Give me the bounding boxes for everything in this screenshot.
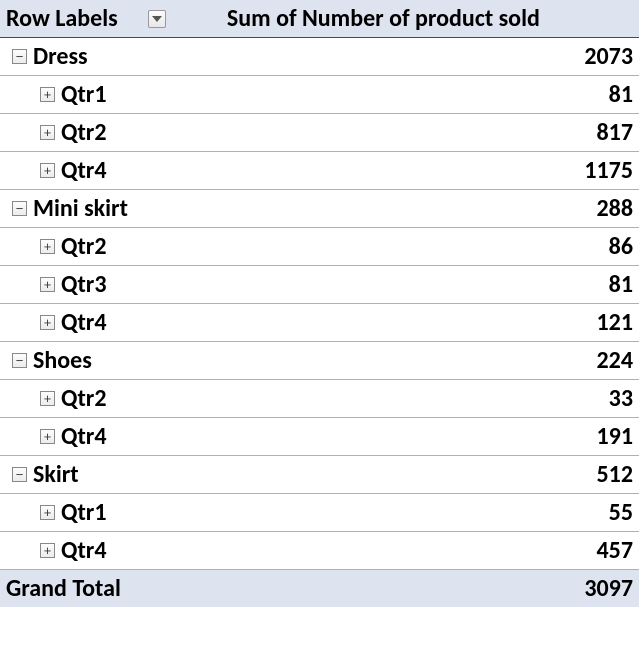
detail-value: 121 <box>221 304 639 342</box>
detail-label-cell: + Qtr4 <box>6 422 215 451</box>
collapse-icon[interactable]: − <box>12 467 27 482</box>
group-row: −Shoes224 <box>0 342 639 380</box>
expand-icon[interactable]: + <box>40 277 55 292</box>
pivot-table: Row Labels Sum of Number of product sold… <box>0 0 639 607</box>
group-row: −Mini skirt288 <box>0 190 639 228</box>
group-label-cell: −Dress <box>6 42 215 71</box>
detail-row: + Qtr4 191 <box>0 418 639 456</box>
group-row: −Dress2073 <box>0 38 639 76</box>
detail-label-cell: + Qtr2 <box>6 232 215 261</box>
group-label: Dress <box>33 42 88 71</box>
detail-row: + Qtr1 55 <box>0 494 639 532</box>
detail-value: 457 <box>221 532 639 570</box>
pivot-header-row: Row Labels Sum of Number of product sold <box>0 0 639 38</box>
detail-label-cell: + Qtr2 <box>6 384 215 413</box>
group-total: 2073 <box>221 38 639 76</box>
row-labels-text: Row Labels <box>6 4 118 33</box>
detail-label-cell: + Qtr1 <box>6 80 215 109</box>
expand-icon[interactable]: + <box>40 543 55 558</box>
expand-icon[interactable]: + <box>40 505 55 520</box>
detail-value: 1175 <box>221 152 639 190</box>
collapse-icon[interactable]: − <box>12 201 27 216</box>
detail-value: 191 <box>221 418 639 456</box>
detail-label-cell: + Qtr4 <box>6 536 215 565</box>
detail-value: 33 <box>221 380 639 418</box>
detail-label: Qtr2 <box>61 232 106 261</box>
detail-label: Qtr4 <box>61 536 106 565</box>
detail-label: Qtr4 <box>61 308 106 337</box>
collapse-icon[interactable]: − <box>12 353 27 368</box>
detail-row: + Qtr4 457 <box>0 532 639 570</box>
group-total: 288 <box>221 190 639 228</box>
expand-icon[interactable]: + <box>40 125 55 140</box>
detail-label-cell: + Qtr1 <box>6 498 215 527</box>
group-label-cell: −Skirt <box>6 460 215 489</box>
group-row: −Skirt512 <box>0 456 639 494</box>
detail-label: Qtr3 <box>61 270 106 299</box>
group-label: Mini skirt <box>33 194 128 223</box>
group-label: Shoes <box>33 346 92 375</box>
detail-row: + Qtr4 121 <box>0 304 639 342</box>
value-header: Sum of Number of product sold <box>221 0 639 38</box>
detail-label-cell: + Qtr4 <box>6 156 215 185</box>
expand-icon[interactable]: + <box>40 239 55 254</box>
group-label: Skirt <box>33 460 79 489</box>
detail-row: + Qtr3 81 <box>0 266 639 304</box>
collapse-icon[interactable]: − <box>12 49 27 64</box>
detail-label: Qtr2 <box>61 384 106 413</box>
detail-label-cell: + Qtr4 <box>6 308 215 337</box>
detail-value: 86 <box>221 228 639 266</box>
grand-total-row: Grand Total 3097 <box>0 570 639 608</box>
group-label-cell: −Shoes <box>6 346 215 375</box>
expand-icon[interactable]: + <box>40 87 55 102</box>
expand-icon[interactable]: + <box>40 315 55 330</box>
grand-total-value: 3097 <box>221 570 639 608</box>
detail-label: Qtr2 <box>61 118 106 147</box>
detail-label: Qtr1 <box>61 498 106 527</box>
detail-row: + Qtr1 81 <box>0 76 639 114</box>
detail-label-cell: + Qtr2 <box>6 118 215 147</box>
grand-total-label: Grand Total <box>0 570 221 608</box>
expand-icon[interactable]: + <box>40 163 55 178</box>
detail-row: + Qtr4 1175 <box>0 152 639 190</box>
group-label-cell: −Mini skirt <box>6 194 215 223</box>
group-total: 224 <box>221 342 639 380</box>
detail-value: 55 <box>221 494 639 532</box>
detail-label: Qtr4 <box>61 422 106 451</box>
detail-label: Qtr4 <box>61 156 106 185</box>
detail-row: + Qtr2 817 <box>0 114 639 152</box>
detail-label-cell: + Qtr3 <box>6 270 215 299</box>
expand-icon[interactable]: + <box>40 391 55 406</box>
detail-label: Qtr1 <box>61 80 106 109</box>
filter-dropdown-button[interactable] <box>148 10 166 28</box>
detail-row: + Qtr2 33 <box>0 380 639 418</box>
chevron-down-icon <box>152 16 162 22</box>
expand-icon[interactable]: + <box>40 429 55 444</box>
detail-value: 81 <box>221 266 639 304</box>
group-total: 512 <box>221 456 639 494</box>
detail-row: + Qtr2 86 <box>0 228 639 266</box>
detail-value: 817 <box>221 114 639 152</box>
detail-value: 81 <box>221 76 639 114</box>
row-labels-header: Row Labels <box>0 0 221 38</box>
